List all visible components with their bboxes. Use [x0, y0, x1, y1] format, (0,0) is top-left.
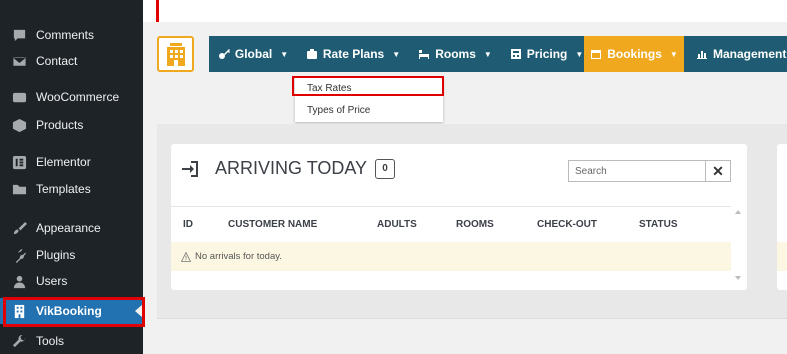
sidebar-item-tools[interactable]: Tools: [0, 328, 143, 354]
rate-plans-dropdown: Tax Rates Types of Price: [295, 78, 443, 122]
user-icon: [11, 273, 27, 289]
menu-bookings-label: Bookings: [607, 47, 662, 61]
empty-message: No arrivals for today.: [195, 251, 282, 262]
secondary-panel-alert: [777, 242, 787, 271]
sidebar-item-vikbooking[interactable]: VikBooking: [0, 298, 143, 324]
search-input[interactable]: [569, 161, 705, 181]
menu-rate-plans[interactable]: Rate Plans ▼: [297, 36, 409, 72]
sidebar-item-appearance[interactable]: Appearance: [0, 215, 143, 241]
sidebar-item-contact[interactable]: Contact: [0, 48, 143, 74]
column-header-rooms: ROOMS: [456, 219, 494, 230]
table-header: ID CUSTOMER NAME ADULTS ROOMS CHECK-OUT …: [171, 206, 731, 242]
panel-title: ARRIVING TODAY 0: [181, 158, 396, 179]
calendar-icon: [591, 50, 602, 59]
plug-icon: [11, 247, 27, 263]
clear-search-button[interactable]: ✕: [705, 161, 730, 181]
sign-in-icon: [182, 160, 198, 177]
chevron-down-icon: ▼: [575, 49, 584, 59]
menu-rooms-label: Rooms: [435, 47, 476, 61]
chevron-down-icon: ▼: [669, 49, 678, 59]
sidebar-item-label: Elementor: [36, 155, 91, 169]
column-header-check-out: CHECK-OUT: [537, 219, 597, 230]
sidebar-item-plugins[interactable]: Plugins: [0, 242, 143, 268]
vikbooking-menubar: Global ▼ Rate Plans ▼ Rooms ▼ Pricing ▼ …: [157, 36, 787, 72]
sidebar-item-templates[interactable]: Templates: [0, 176, 143, 202]
highlight-marker: [156, 0, 159, 22]
key-icon: [218, 49, 230, 59]
wrench-icon: [11, 333, 27, 349]
admin-sidebar: Comments Contact WooCommerce Products El…: [0, 0, 143, 354]
chevron-down-icon: ▼: [280, 49, 289, 59]
menu-management-label: Management: [713, 47, 787, 61]
scroll-up-icon[interactable]: [735, 210, 741, 214]
box-icon: [11, 117, 27, 133]
menu-management[interactable]: Management: [684, 36, 787, 72]
top-strip: [143, 0, 787, 22]
column-header-id: ID: [183, 219, 193, 230]
folder-icon: [11, 181, 27, 197]
sidebar-item-label: VikBooking: [36, 304, 102, 318]
bed-icon: [419, 50, 430, 59]
column-header-customer-name: CUSTOMER NAME: [228, 219, 318, 230]
menu-rate-plans-label: Rate Plans: [322, 47, 385, 61]
sidebar-item-label: WooCommerce: [36, 90, 120, 104]
hotel-logo-icon: [166, 43, 185, 66]
sidebar-item-products[interactable]: Products: [0, 112, 143, 138]
sidebar-item-elementor[interactable]: Elementor: [0, 149, 143, 175]
search-box: ✕: [568, 160, 731, 182]
arrivals-count-badge: 0: [375, 158, 396, 179]
menu-bookings[interactable]: Bookings ▼: [584, 36, 684, 72]
sidebar-item-woocommerce[interactable]: WooCommerce: [0, 84, 143, 110]
sidebar-item-comments[interactable]: Comments: [0, 22, 143, 48]
menu-pricing-label: Pricing: [526, 47, 568, 61]
chart-icon: [697, 51, 707, 59]
sidebar-item-label: Comments: [36, 28, 95, 42]
sidebar-item-label: Appearance: [36, 221, 101, 235]
paintbrush-icon: [11, 220, 27, 236]
sidebar-item-label: Templates: [36, 182, 91, 196]
sidebar-item-label: Contact: [36, 54, 78, 68]
column-header-status: STATUS: [639, 219, 678, 230]
comment-icon: [11, 27, 27, 43]
divider: [157, 318, 787, 319]
empty-arrivals-row: No arrivals for today.: [171, 242, 731, 271]
calculator-icon: [510, 49, 521, 59]
secondary-panel-edge: [777, 144, 787, 290]
sidebar-item-label: Users: [36, 274, 68, 288]
sidebar-item-label: Plugins: [36, 248, 76, 262]
dropdown-item-tax-rates[interactable]: Tax Rates: [295, 78, 443, 98]
vikbooking-logo[interactable]: [157, 36, 194, 72]
warning-icon: [181, 251, 191, 262]
arriving-today-panel: ARRIVING TODAY 0 ✕ ID CUSTOMER NAME ADUL…: [171, 144, 747, 290]
sidebar-item-label: Products: [36, 118, 84, 132]
briefcase-icon: [306, 49, 317, 59]
scroll-down-icon[interactable]: [735, 276, 741, 280]
menu-global[interactable]: Global ▼: [209, 36, 297, 72]
mail-icon: [11, 53, 27, 69]
menu-rooms[interactable]: Rooms ▼: [409, 36, 501, 72]
column-header-adults: ADULTS: [377, 219, 417, 230]
building-icon: [11, 303, 27, 319]
sidebar-item-users[interactable]: Users: [0, 268, 143, 294]
panel-title-text: ARRIVING TODAY: [215, 158, 368, 178]
woocommerce-icon: [11, 89, 27, 105]
elementor-icon: [11, 154, 27, 170]
chevron-down-icon: ▼: [483, 49, 492, 59]
table-scrollbar[interactable]: [731, 206, 745, 284]
sidebar-item-label: Tools: [36, 334, 65, 348]
menu-global-label: Global: [234, 47, 273, 61]
dropdown-item-types-of-price[interactable]: Types of Price: [295, 100, 443, 120]
chevron-down-icon: ▼: [392, 49, 401, 59]
menu-pricing[interactable]: Pricing ▼: [501, 36, 592, 72]
